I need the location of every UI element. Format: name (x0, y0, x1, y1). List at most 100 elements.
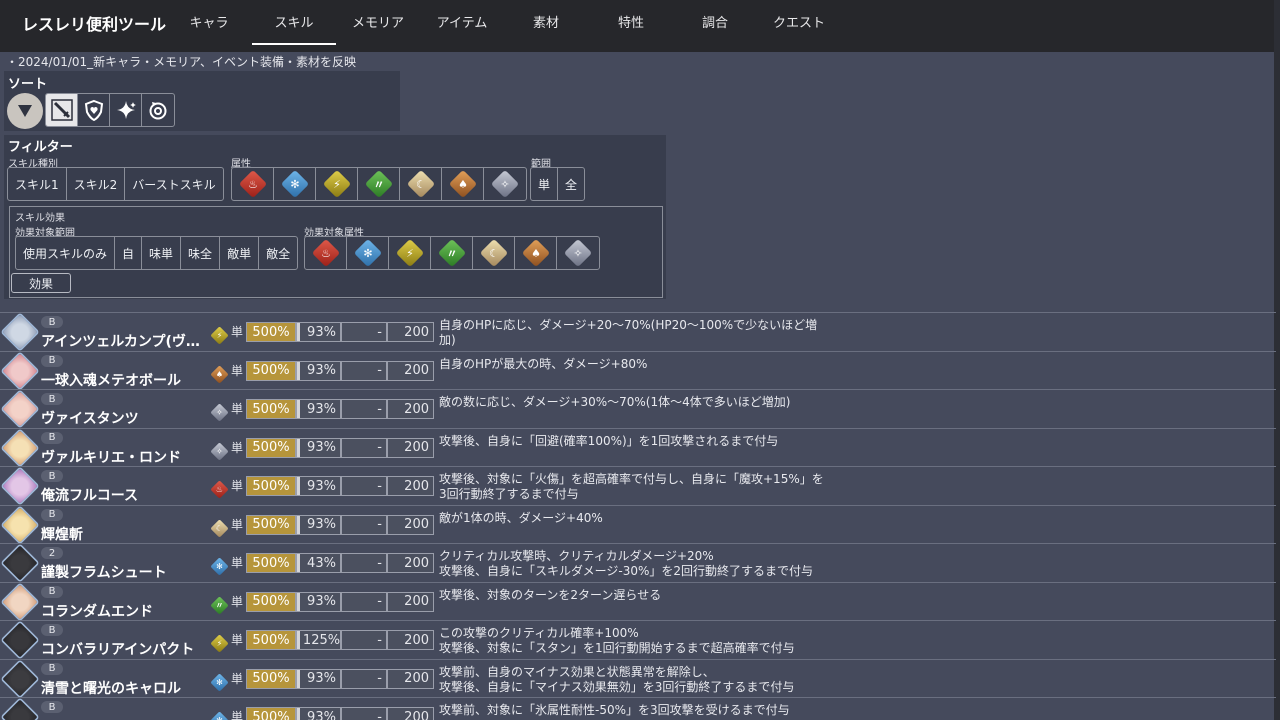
skill-range: 単 (231, 402, 244, 416)
app-title[interactable]: レスレリ便利ツール (22, 11, 166, 35)
target-range-button-2[interactable]: 味単 (142, 237, 182, 269)
target-range-button-4[interactable]: 敵単 (220, 237, 260, 269)
element-glyph: ⚡ (405, 246, 414, 260)
sort-by-attack-button[interactable] (46, 94, 78, 126)
skill-range: 単 (231, 594, 244, 609)
target-attr-filter-none[interactable]: ✧ (557, 237, 599, 269)
skill-row[interactable]: B ✻ 単500% 93%-200 攻撃前、対象に「氷属性耐性-50%」を3回攻撃を受け… (0, 697, 1276, 720)
nav-tab-5[interactable]: 特性 (589, 12, 673, 31)
nav-tab-7[interactable]: クエスト (757, 12, 841, 31)
skill-row[interactable]: B 輝煌斬 ☾ 単 500% 93% -200 敵が1体の時、ダメージ+40% (0, 504, 1276, 545)
range-button-0[interactable]: 単 (531, 168, 559, 200)
skill-description: 敵の数に応じ、ダメージ+30%〜70%(1体〜4体で多いほど増加) (439, 395, 834, 410)
character-avatar (0, 312, 40, 352)
target-attr-filter-thunder[interactable]: ⚡ (389, 237, 431, 269)
accuracy-fill (297, 323, 301, 341)
rank-badge: B (41, 470, 63, 482)
none-element-icon: ✧ (563, 238, 593, 268)
description-line: 攻撃後、対象に「スタン」を1回行動開始するまで超高確率で付与 (439, 641, 795, 655)
target-range-button-5[interactable]: 敵全 (259, 237, 297, 269)
skill-type-button-0[interactable]: スキル1 (8, 168, 67, 200)
skill-cost: 200 (387, 514, 434, 535)
accuracy-value: 93% (307, 478, 336, 494)
skill-row[interactable]: B 俺流フルコース ♨ 単 500% 93% -200 攻撃後、対象に「火傷」を超高確率で付与… (0, 466, 1276, 506)
range-group: 単全 (530, 167, 586, 201)
accuracy-fill (297, 477, 301, 495)
rank-badge: B (41, 585, 63, 598)
element-glyph: ♨ (215, 485, 224, 494)
skill-element: ⚡ (210, 326, 229, 346)
accuracy-value: 125% (302, 632, 341, 648)
target-range-button-1[interactable]: 自 (115, 237, 143, 269)
nav-tab-1[interactable]: スキル (252, 12, 336, 45)
target-attr-filter-ice[interactable]: ✻ (347, 237, 389, 269)
skill-accuracy: 125% (296, 630, 341, 650)
element-glyph: 〃 (446, 247, 457, 260)
skill-power: 500% (246, 322, 296, 342)
sort-direction-button[interactable] (7, 93, 43, 129)
skill-row[interactable]: 2 謹製フラムシュート ✻ 単 500% 43% -200 クリティカル攻撃時、クリティカルダ… (0, 543, 1276, 583)
skill-row[interactable]: B コンバラリアインパクト ⚡ 単 500% 125% -200 この攻撃のクリティカル確率+… (0, 620, 1276, 660)
target-range-button-0[interactable]: 使用スキルのみ (16, 237, 116, 269)
skill-type-button-2[interactable]: バーストスキル (125, 168, 222, 200)
thunder-element-icon: ⚡ (210, 326, 229, 345)
skill-row[interactable]: B コランダムエンド 〃単 500% 93% -200 攻撃後、対象のターンを2ターン遅らせ… (0, 581, 1276, 622)
target-range-button-3[interactable]: 味全 (181, 237, 221, 269)
nav-tab-0[interactable]: キャラ (167, 12, 251, 31)
target-attr-filter-dark[interactable]: ♠ (515, 237, 557, 269)
nav-tab-2[interactable]: メモリア (336, 12, 420, 31)
rank-badge: B (41, 393, 63, 405)
avatar-face (1, 584, 39, 622)
skill-name: ヴァイスタンツ (41, 411, 139, 427)
character-avatar (0, 620, 40, 660)
skill-row[interactable]: B ヴァイスタンツ ✧ 単 500% 93% -200 敵の数に応じ、ダメージ+30%〜70%… (0, 389, 1276, 429)
sort-by-special-button[interactable] (110, 94, 142, 126)
target-attr-filter-fire[interactable]: ♨ (305, 237, 347, 269)
attribute-filter-none[interactable]: ✧ (484, 168, 526, 200)
sort-by-speed-button[interactable] (142, 94, 174, 126)
light-element-icon: ☾ (210, 518, 229, 538)
accuracy-value: 93% (307, 709, 336, 720)
target-range-group: 使用スキルのみ自味単 味全 敵単 敵全 (15, 236, 299, 270)
skill-row[interactable]: B 清雪と曙光のキャロル ✻ 単 500% 93% -200 攻撃前、自身のマイナス効果と状態… (0, 658, 1276, 699)
skill-row[interactable]: B ヴァルキリエ・ロンド ✧ 単 500% 93% -200 攻撃後、自身に「回避(確率100… (0, 427, 1276, 468)
nav-tab-6[interactable]: 調合 (673, 12, 757, 31)
update-notice: ・2024/01/01_新キャラ・メモリア、イベント装備・素材を反映 (6, 55, 356, 69)
skill-range: 単 (231, 556, 244, 570)
attribute-filter-wind[interactable]: 〃 (358, 168, 400, 200)
skill-accuracy: 93% (296, 476, 341, 496)
skill-row[interactable]: B 一球入魂メテオボール ♠ 単 500% 93% -200 自身のHPが最大の時、ダメージ+… (0, 350, 1276, 391)
description-line: 3回行動終了するまで付与 (439, 487, 579, 501)
attribute-filter-ice[interactable]: ✻ (274, 168, 316, 200)
character-avatar (0, 504, 40, 545)
skill-name: ヴァルキリエ・ロンド (41, 449, 181, 466)
character-avatar (0, 427, 40, 468)
nav-tab-4[interactable]: 素材 (504, 12, 588, 31)
range-button-1[interactable]: 全 (558, 168, 584, 200)
target-attr-filter-wind[interactable]: 〃 (431, 237, 473, 269)
skill-extra: - (341, 437, 387, 458)
attribute-filter-fire[interactable]: ♨ (232, 168, 274, 200)
nav-tab-3[interactable]: アイテム (420, 12, 504, 31)
attribute-filter-thunder[interactable]: ⚡ (316, 168, 358, 200)
skill-power: 500% (246, 630, 296, 650)
attribute-filter-dark[interactable]: ♠ (442, 168, 484, 200)
target-attr-filter-light[interactable]: ☾ (473, 237, 515, 269)
character-avatar (0, 466, 40, 506)
rank-badge: B (41, 662, 63, 675)
skill-accuracy: 93% (296, 591, 341, 612)
rank-badge: B (41, 624, 63, 636)
avatar-face (1, 546, 39, 583)
character-avatar (0, 350, 40, 391)
skill-element: ✻ (210, 711, 229, 720)
attribute-filter-light[interactable]: ☾ (400, 168, 442, 200)
skill-accuracy: 93% (296, 668, 341, 689)
wind-element-icon: 〃 (437, 238, 466, 268)
skill-type-button-1[interactable]: スキル2 (67, 168, 126, 200)
skill-element: ✧ (210, 403, 229, 423)
thunder-element-icon: ⚡ (210, 634, 229, 653)
sort-by-defense-button[interactable] (78, 94, 110, 126)
skill-row[interactable]: B アインツェルカンプ(ヴ… ⚡ 単 500% 93% -200 自身のHPに応じ、ダメージ+… (0, 312, 1276, 352)
skill-description: 自身のHPに応じ、ダメージ+20〜70%(HP20〜100%で少ないほど増 加) (439, 318, 834, 348)
effect-button[interactable]: 効果 (11, 273, 71, 293)
